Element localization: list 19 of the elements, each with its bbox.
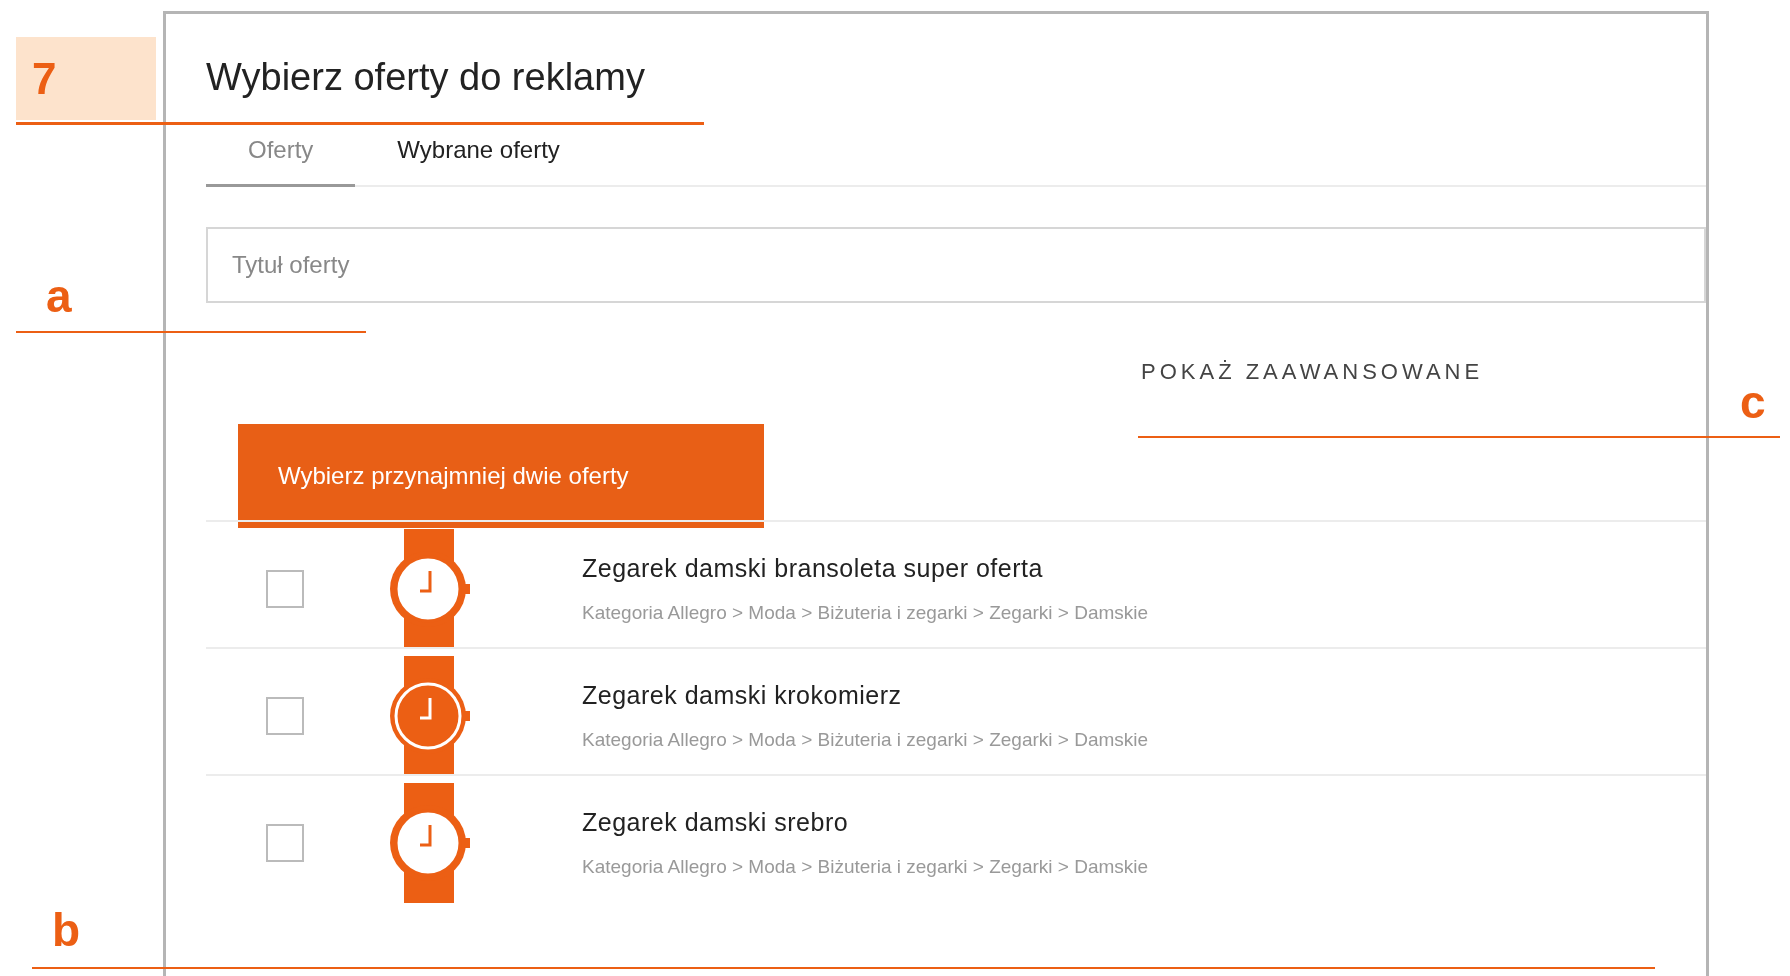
dialog-title: Wybierz oferty do reklamy — [206, 55, 646, 100]
step-badge: 7 — [16, 37, 156, 120]
callout-label: a — [46, 269, 72, 324]
offer-category: Kategoria Allegro > Moda > Biżuteria i zegarki > Zegarki > Damskie — [582, 728, 1149, 752]
callout-label: c — [1740, 375, 1766, 430]
offer-category: Kategoria Allegro > Moda > Biżuteria i zegarki > Zegarki > Damskie — [582, 601, 1149, 625]
notice-banner: Wybierz przynajmniej dwie oferty — [238, 424, 764, 528]
offer-title: Zegarek damski bransoleta super oferta — [582, 552, 1044, 584]
checkbox[interactable] — [266, 696, 304, 735]
checkbox[interactable] — [266, 569, 304, 608]
callout-label: b — [52, 903, 81, 958]
show-advanced-link[interactable]: POKAŻ ZAAWANSOWANE — [1141, 355, 1484, 388]
checkbox[interactable] — [266, 823, 304, 862]
offer-title: Zegarek damski srebro — [582, 806, 850, 838]
search-field[interactable]: Tytuł oferty — [206, 227, 1706, 303]
offer-category: Kategoria Allegro > Moda > Biżuteria i zegarki > Zegarki > Damskie — [582, 855, 1149, 879]
offer-title: Zegarek damski krokomierz — [582, 679, 903, 711]
tab[interactable]: Oferty — [206, 132, 356, 187]
tab[interactable]: Wybrane oferty — [355, 132, 602, 187]
